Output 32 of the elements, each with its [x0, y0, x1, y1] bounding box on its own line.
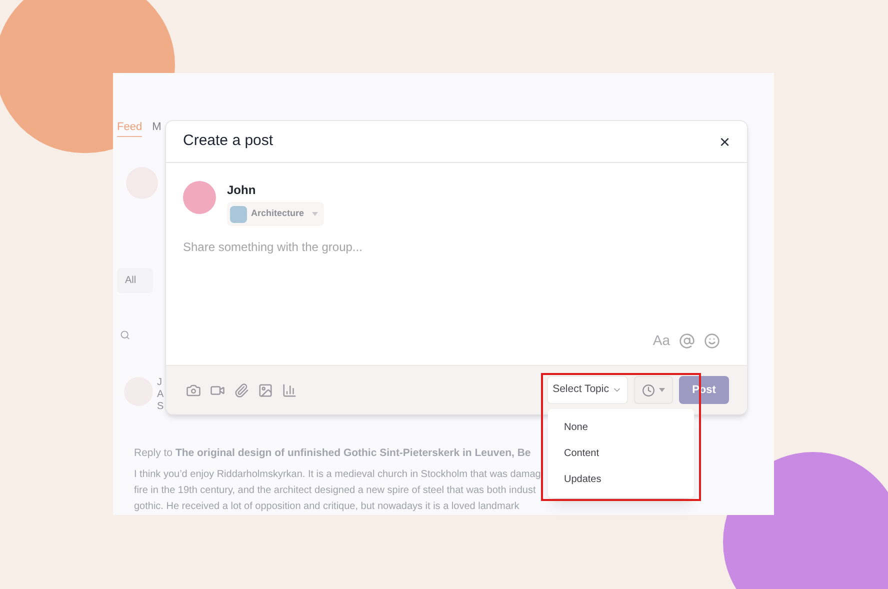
emoji-icon[interactable] [704, 332, 720, 348]
reply-text: I think you’d enjoy Riddarholmskyrkan. It is a medieval church in Stockholm that was damag [134, 468, 541, 482]
group-thumbnail [230, 206, 247, 222]
caret-icon [659, 388, 665, 392]
topic-option[interactable]: Content [548, 440, 694, 466]
clock-icon [642, 384, 655, 396]
user-name: John [227, 182, 257, 199]
group-selector[interactable]: Architecture [227, 202, 324, 226]
topic-dropdown[interactable]: Select Topic [546, 376, 628, 404]
reply-text: gothic. He received a lot of opposition and critique, but nowadays it is a loved landmark [134, 500, 520, 514]
attachment-icon[interactable] [234, 382, 249, 398]
camera-icon[interactable] [186, 382, 201, 398]
feed-tab[interactable]: M [152, 119, 162, 137]
post-input[interactable]: Share something with the group... [183, 238, 583, 256]
feed-tab[interactable]: Feed [117, 119, 142, 137]
filter-chip[interactable]: All [117, 268, 153, 293]
post-meta: S [157, 401, 164, 413]
search-icon[interactable] [120, 330, 130, 340]
caret-icon [312, 212, 318, 216]
post-group: A [157, 389, 164, 401]
dialog-title: Create a post [183, 131, 274, 152]
schedule-button[interactable] [634, 376, 673, 404]
mention-icon[interactable] [679, 332, 695, 348]
topic-option[interactable]: None [548, 415, 694, 441]
reply-text: fire in the 19th century, and the architect designed a new spire of steel that was both indust [134, 484, 536, 498]
post-author: J [157, 377, 163, 389]
topic-option[interactable]: Updates [548, 466, 694, 492]
chart-icon[interactable] [282, 382, 297, 398]
reply-heading: Reply to The original design of unfinished Gothic Sint-Pieterskerk in Leuven, Be [134, 446, 531, 461]
avatar-placeholder [183, 181, 216, 214]
format-text-button[interactable]: Aa [652, 330, 670, 351]
close-button[interactable]: × [719, 132, 730, 150]
